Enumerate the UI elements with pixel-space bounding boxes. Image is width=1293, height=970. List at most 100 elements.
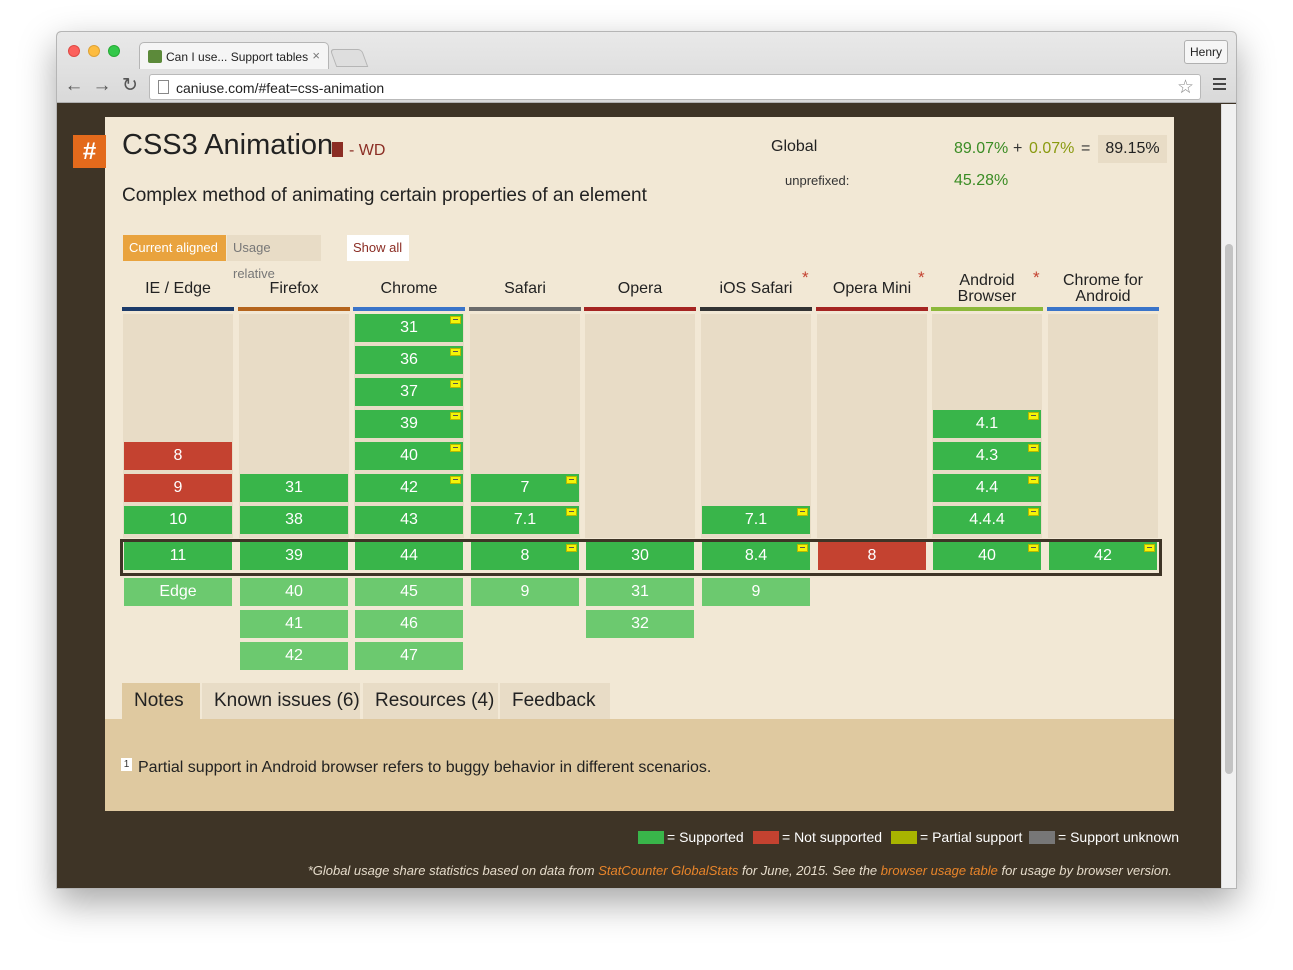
browser-name-ie[interactable]: IE / Edge (122, 281, 234, 297)
legend-label: = Supported (667, 829, 744, 845)
tab-feedback[interactable]: Feedback (500, 683, 610, 719)
version-cell[interactable]: 38 (240, 506, 348, 534)
version-cell[interactable]: 4.3 (933, 442, 1041, 470)
version-label: 7.1 (513, 511, 537, 528)
forward-arrow-icon[interactable]: → (91, 76, 113, 96)
close-window-button[interactable] (68, 45, 80, 57)
reload-icon[interactable]: ↻ (119, 76, 141, 96)
browser-toolbar: Can I use... Support tables × Henry ← → … (57, 32, 1236, 103)
version-cell[interactable]: 31 (355, 314, 463, 342)
version-cell[interactable]: 37 (355, 378, 463, 406)
version-cell-future[interactable]: 32 (586, 610, 694, 638)
version-label: 31 (400, 319, 418, 336)
browser-bar-firefox (238, 307, 350, 311)
browser-name-android-line1[interactable]: Android (931, 273, 1043, 289)
prefix-flag-icon (566, 476, 577, 484)
statcounter-link[interactable]: StatCounter GlobalStats (598, 863, 738, 878)
version-cell[interactable]: 10 (124, 506, 232, 534)
feature-permalink-hash[interactable]: # (73, 135, 106, 168)
spec-document-icon[interactable] (332, 142, 343, 157)
browser-name-firefox[interactable]: Firefox (238, 281, 350, 297)
total-percentage: 89.15% (1098, 135, 1167, 163)
version-cell-future[interactable]: 9 (471, 578, 579, 606)
tab-known-issues[interactable]: Known issues (6) (202, 683, 360, 719)
version-cell[interactable]: 7.1 (702, 506, 810, 534)
usage-stats-note: *Global usage share statistics based on … (308, 863, 1172, 878)
hamburger-menu-icon[interactable] (1213, 78, 1226, 92)
version-label: 4.1 (975, 415, 999, 432)
url-text[interactable]: caniuse.com/#feat=css-animation (176, 80, 384, 96)
version-cell[interactable]: 43 (355, 506, 463, 534)
version-cell[interactable]: 36 (355, 346, 463, 374)
tab-notes[interactable]: Notes (122, 683, 200, 719)
scrollbar-thumb[interactable] (1225, 244, 1233, 774)
version-label: 7 (520, 479, 530, 496)
version-cell-future[interactable]: 45 (355, 578, 463, 606)
browser-name-android-line2[interactable]: Browser (931, 289, 1043, 305)
version-cell[interactable]: 7 (471, 474, 579, 502)
legend-unknown: = Support unknown (1029, 830, 1179, 844)
prefix-flag-icon (797, 508, 808, 516)
prefix-flag-icon (1028, 412, 1039, 420)
partial-percentage: 0.07% (1029, 140, 1075, 157)
browser-bar-android (931, 307, 1043, 311)
show-all-button[interactable]: Show all (347, 235, 409, 261)
browser-name-chrome-android-line2[interactable]: Android (1047, 289, 1159, 305)
version-cell-future[interactable]: 31 (586, 578, 694, 606)
version-cell[interactable]: 4.4.4 (933, 506, 1041, 534)
version-cell[interactable]: 8 (124, 442, 232, 470)
version-cell[interactable]: 9 (124, 474, 232, 502)
prefix-flag-icon (450, 412, 461, 420)
version-label: 36 (400, 351, 418, 368)
version-cell[interactable]: 31 (240, 474, 348, 502)
stat-note-text: *Global usage share statistics based on … (307, 863, 599, 878)
version-cell[interactable]: 39 (355, 410, 463, 438)
version-cell-future[interactable]: 46 (355, 610, 463, 638)
browser-bar-opera-mini (816, 307, 928, 311)
android-asterisk: * (1033, 268, 1040, 287)
version-cell[interactable]: 42 (355, 474, 463, 502)
browser-name-safari[interactable]: Safari (469, 281, 581, 297)
column-bg-ie (123, 314, 233, 538)
version-cell-future[interactable]: 47 (355, 642, 463, 670)
tab-close-icon[interactable]: × (312, 48, 320, 63)
version-cell[interactable]: 40 (355, 442, 463, 470)
usage-relative-button[interactable]: Usage relative (227, 235, 321, 281)
browser-name-chrome-android-line1[interactable]: Chrome for (1047, 273, 1159, 289)
version-cell[interactable]: 4.1 (933, 410, 1041, 438)
browser-name-chrome[interactable]: Chrome (353, 281, 465, 297)
back-arrow-icon[interactable]: ← (63, 76, 85, 96)
tab-resources[interactable]: Resources (4) (363, 683, 498, 719)
browser-name-ios-safari[interactable]: iOS Safari (700, 281, 812, 297)
legend-not-supported: = Not supported (753, 830, 882, 844)
browser-name-opera[interactable]: Opera (584, 281, 696, 297)
version-label: 40 (400, 447, 418, 464)
browser-tab[interactable]: Can I use... Support tables × (139, 42, 329, 69)
spec-status[interactable]: - WD (349, 142, 385, 160)
bookmark-star-icon[interactable]: ☆ (1177, 76, 1194, 99)
version-cell[interactable]: 4.4 (933, 474, 1041, 502)
profile-button[interactable]: Henry (1184, 40, 1228, 64)
current-aligned-button[interactable]: Current aligned (123, 235, 226, 261)
unprefixed-label: unprefixed: (785, 173, 850, 188)
version-cell-future[interactable]: 42 (240, 642, 348, 670)
note-text: Partial support in Android browser refer… (138, 759, 712, 776)
prefix-flag-icon (450, 316, 461, 324)
feature-title: CSS3 Animation (122, 129, 334, 161)
new-tab-button[interactable] (329, 49, 369, 67)
minimize-window-button[interactable] (88, 45, 100, 57)
feature-description: Complex method of animating certain prop… (122, 185, 647, 206)
vertical-scrollbar[interactable] (1221, 104, 1236, 888)
version-cell-future[interactable]: 41 (240, 610, 348, 638)
browser-name-opera-mini[interactable]: Opera Mini (816, 281, 928, 297)
zoom-window-button[interactable] (108, 45, 120, 57)
prefix-flag-icon (450, 348, 461, 356)
version-cell-future[interactable]: 9 (702, 578, 810, 606)
version-label: 42 (400, 479, 418, 496)
version-cell-future[interactable]: 40 (240, 578, 348, 606)
version-cell[interactable]: 7.1 (471, 506, 579, 534)
browser-bar-opera (584, 307, 696, 311)
browser-usage-table-link[interactable]: browser usage table (881, 863, 998, 878)
address-bar[interactable]: caniuse.com/#feat=css-animation ☆ (149, 74, 1201, 100)
version-cell-future[interactable]: Edge (124, 578, 232, 606)
